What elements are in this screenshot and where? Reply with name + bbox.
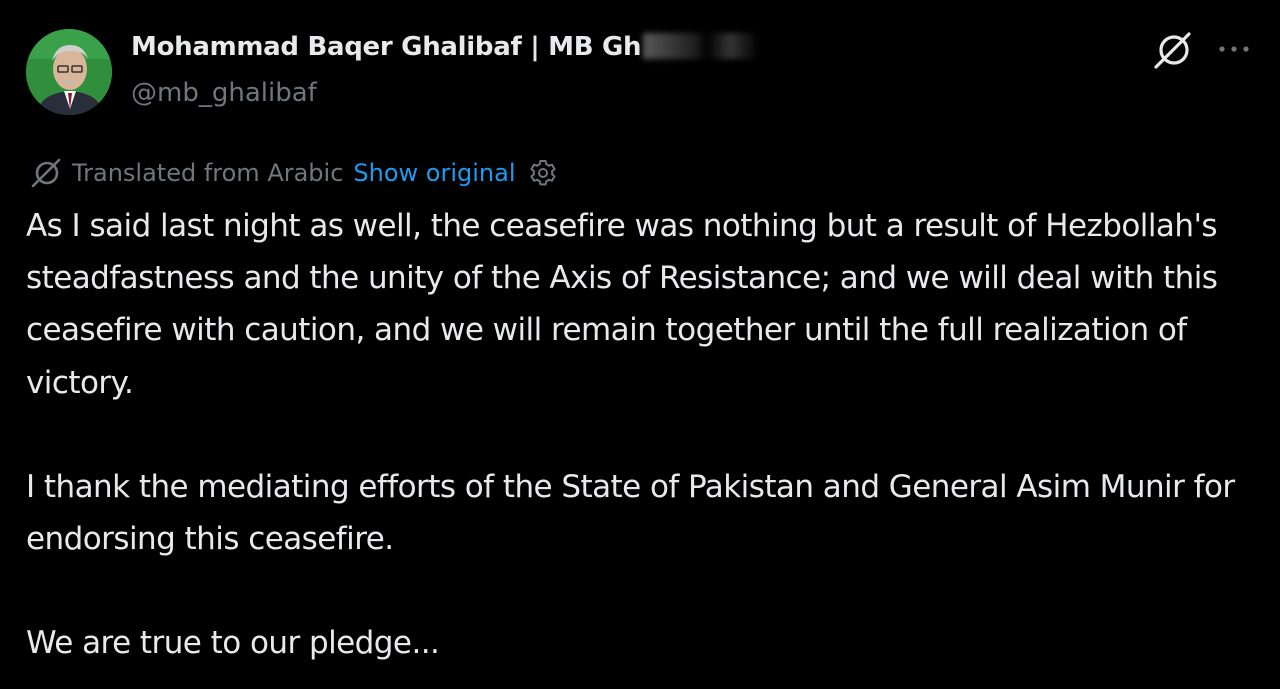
post-paragraph: We are true to our pledge...	[26, 625, 440, 662]
avatar[interactable]	[26, 29, 112, 115]
post-paragraph: As I said last night as well, the ceasef…	[26, 208, 1218, 401]
more-icon[interactable]	[1214, 35, 1254, 63]
author-handle[interactable]: @mb_ghalibaf	[131, 78, 317, 108]
translation-bar: Translated from Arabic Show original	[30, 155, 558, 191]
grok-icon[interactable]	[1153, 30, 1193, 70]
show-original-link[interactable]: Show original	[353, 159, 515, 187]
author-display-name-text: Mohammad Baqer Ghalibaf | MB Gh	[131, 32, 642, 62]
post-paragraph: I thank the mediating efforts of the Sta…	[26, 468, 1235, 558]
post-card: Mohammad Baqer Ghalibaf | MB Gh @mb_ghal…	[0, 0, 1280, 689]
name-redaction	[643, 33, 760, 59]
avatar-image	[26, 29, 112, 115]
author-display-name[interactable]: Mohammad Baqer Ghalibaf | MB Gh	[131, 32, 760, 62]
translate-icon	[31, 158, 61, 188]
post-body: As I said last night as well, the ceasef…	[26, 200, 1266, 669]
settings-icon[interactable]	[528, 158, 558, 188]
translated-from-label: Translated from Arabic	[72, 159, 344, 187]
